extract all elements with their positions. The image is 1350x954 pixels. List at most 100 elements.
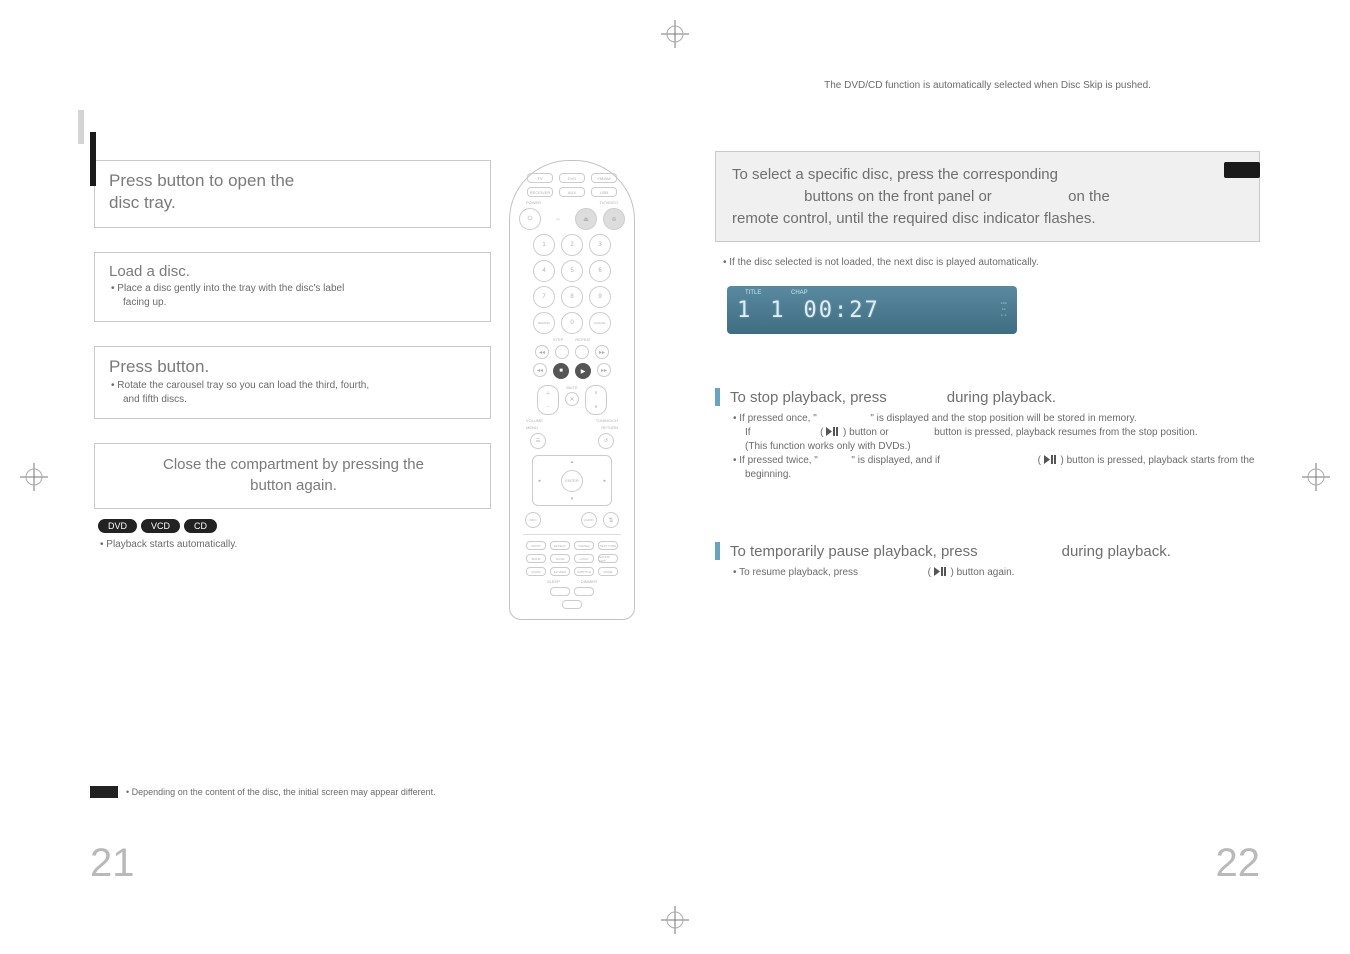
stop-d2d: button is pressed, playback resumes from… [934, 427, 1197, 438]
remote-btn-prev: ◂◂ [535, 345, 549, 359]
remote-btn-receiver: RECEIVER [527, 187, 553, 197]
section-bar-icon [715, 542, 720, 560]
disc-select-box: To select a specific disc, press the cor… [715, 151, 1260, 242]
remote-diagram: TV DVD FM/AM RECEIVER AUX USB POWERTV/VI… [509, 160, 635, 620]
pause-d1c: ) button again. [951, 567, 1015, 578]
stop-title-a: To stop playback, press [730, 389, 887, 406]
remote-lbl-dimmer: DIMMER [581, 579, 597, 584]
stop-d1b: " is displayed and the stop position wil… [870, 413, 1136, 424]
remote-num-0: 0 [561, 312, 583, 334]
remote-volume-rocker: ＋− [537, 385, 559, 415]
remote-mini-logo: LOGO [574, 554, 594, 563]
step3-text-b: button. [157, 357, 209, 376]
remote-btn-mute: ✕ [565, 392, 579, 406]
remote-btn-return: ↺ [598, 433, 614, 449]
page-number-right: 22 [1216, 841, 1261, 886]
lcd-lbl-title: TITLE [745, 290, 761, 296]
remote-num-5: 5 [561, 260, 583, 282]
remote-btn-tvvideo: ⊕ [603, 208, 625, 230]
remote-btn-step [555, 345, 569, 359]
stop-d4c: ( [1038, 455, 1041, 466]
stop-d2a: If [745, 427, 753, 438]
section-bar-icon [715, 388, 720, 406]
remote-lbl-return: RETURN [601, 425, 618, 430]
remote-dpad: ▴ ▾ ◂ ▸ ENTER [532, 455, 612, 506]
remote-lbl-step: STEP [553, 337, 563, 342]
step2-title: Load a disc. [109, 263, 478, 280]
remote-lbl-menu: MENU [526, 425, 538, 430]
remote-num-7: 7 [533, 286, 555, 308]
box-l2a: buttons on the front panel or [804, 188, 996, 205]
remote-btn-enter: ENTER [561, 470, 583, 492]
cropmark-right [1302, 463, 1330, 491]
remote-num-9: 9 [589, 286, 611, 308]
remote-lbl-power: POWER [526, 200, 541, 205]
remote-btn-fmam: FM/AM [591, 173, 617, 183]
play-pause-icon [826, 427, 840, 436]
lcd-lbl-chap: CHAP [791, 290, 808, 296]
step2-d2: facing up. [109, 296, 478, 310]
stop-d4a: • If pressed twice, " [733, 455, 821, 466]
remote-btn-tuningmemory: ⇅ [603, 512, 619, 528]
lcd-display: TITLE CHAP 1 1 00:27 ◦◦◦◦◦◦ ◦ [727, 286, 1017, 334]
dpad-right-icon: ▸ [603, 478, 606, 484]
pill-note: • Playback starts automatically. [98, 539, 491, 550]
section-tab-right [1224, 162, 1260, 178]
pause-d1a: • To resume playback, press [733, 567, 861, 578]
remote-mini-zoom: ZOOM [526, 567, 546, 576]
remote-btn-remain: REMAIN [533, 312, 555, 334]
pill-vcd: VCD [141, 519, 180, 533]
remote-btn-ff: ▸▸ [597, 363, 611, 377]
remote-lbl-tvvideo: TV/VIDEO [599, 200, 618, 205]
pill-dvd: DVD [98, 519, 137, 533]
note-badge [90, 786, 118, 798]
step1-text-a: Press [109, 171, 157, 190]
remote-mini-most: MO/ST [526, 541, 546, 550]
play-pause-icon [1044, 455, 1058, 464]
remote-mini-effect: EFFECT [550, 541, 570, 550]
box-note: • If the disc selected is not loaded, th… [721, 256, 1260, 270]
stop-d5: beginning. [731, 468, 1260, 482]
page-right: The DVD/CD function is automatically sel… [675, 70, 1300, 894]
stop-d2c: ) button or [843, 427, 891, 438]
remote-btn-tv: TV [527, 173, 553, 183]
remote-btn-aux: AUX [559, 187, 585, 197]
step2-d1: • Place a disc gently into the tray with… [109, 282, 478, 296]
remote-btn-play: ▶ [575, 363, 591, 379]
remote-mini-sedit: SOUND EDIT [598, 554, 618, 563]
step-1: Press button to open the disc tray. [94, 160, 491, 228]
lcd-chap-val: 1 [770, 298, 787, 323]
stop-d4b: " is displayed, and if [851, 455, 942, 466]
lcd-time-val: 00:27 [804, 298, 880, 323]
remote-btn-menu: ☰ [530, 433, 546, 449]
remote-btn-rew: ◂◂ [533, 363, 547, 377]
step1-text-c: disc tray. [109, 193, 478, 213]
remote-mini-dimmer [574, 587, 594, 596]
stop-title-b: during playback. [947, 389, 1056, 406]
stop-d3: (This function works only with DVDs.) [731, 440, 1260, 454]
remote-btn-stop: ■ [553, 363, 569, 379]
step3-text-a: Press [109, 357, 157, 376]
remote-num-8: 8 [561, 286, 583, 308]
step4-l2: button again. [109, 475, 478, 496]
remote-lbl-tuning: TUNING/CH [596, 418, 618, 423]
pause-title-a: To temporarily pause playback, press [730, 543, 978, 560]
tab-marker-grey [78, 110, 84, 144]
stop-d2b: ( [820, 427, 823, 438]
cropmark-left [20, 463, 48, 491]
remote-tuning-rocker: ∧∨ [585, 385, 607, 415]
dpad-left-icon: ◂ [538, 478, 541, 484]
step-4: Close the compartment by pressing the bu… [94, 443, 491, 509]
step4-l1: Close the compartment by pressing the [109, 454, 478, 475]
tab-marker-black [90, 132, 96, 186]
remote-mini-ezview: EZ VIEW [550, 567, 570, 576]
section-pause: To temporarily pause playback, press dur… [715, 542, 1260, 580]
remote-num-6: 6 [589, 260, 611, 282]
page-left: Press button to open the disc tray. Load… [50, 70, 675, 894]
step-2: Load a disc. • Place a disc gently into … [94, 252, 491, 322]
stop-d1a: • If pressed once, " [733, 413, 820, 424]
step1-text-b: button to open the [157, 171, 294, 190]
remote-mini-subtitle: SUBTITLE [574, 567, 594, 576]
disc-type-pills: DVD VCD CD [98, 519, 491, 533]
lcd-speaker-icons: ◦◦◦◦◦◦ ◦ [1001, 301, 1007, 319]
